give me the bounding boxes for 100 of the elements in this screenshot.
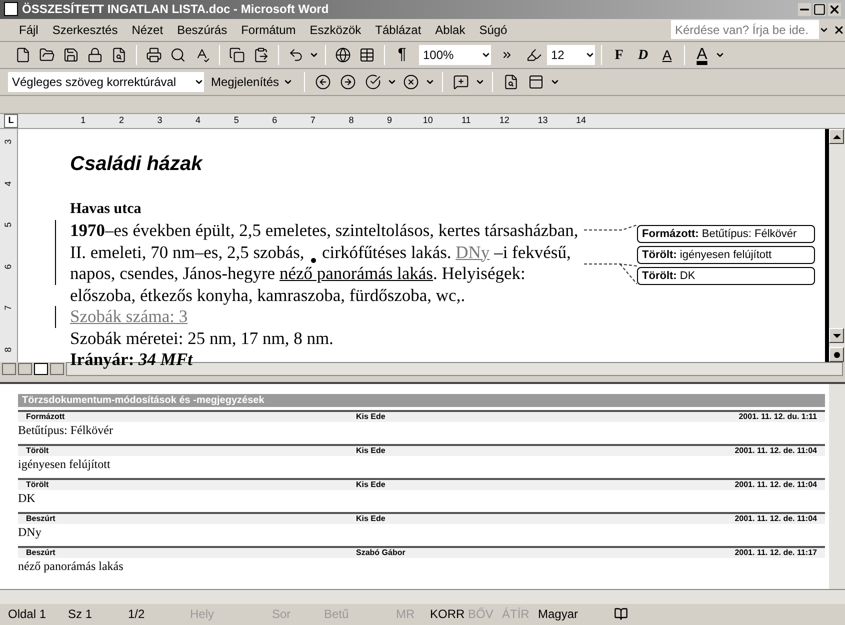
font-size-dropdown[interactable]: 12 bbox=[547, 45, 595, 66]
zoom-dropdown[interactable]: 100% bbox=[419, 45, 491, 66]
document-text: napos, csendes, János-hegyre bbox=[70, 263, 276, 284]
comment-balloon: Formázott: Betűtípus: Félkövér bbox=[637, 225, 815, 244]
status-text: 1/2 bbox=[127, 606, 146, 624]
document-text: néző panorámás lakás bbox=[279, 263, 433, 284]
close-icon[interactable] bbox=[828, 2, 841, 16]
change-text: néző panorámás lakás bbox=[18, 558, 124, 576]
document-text: előszoba, étkezős konyha, kamraszoba, fürdőszoba, wc,. bbox=[70, 284, 466, 305]
ruler-number: 3 bbox=[2, 139, 14, 144]
document-text: Szobák száma: 3 bbox=[70, 306, 188, 326]
view-mode-icon[interactable] bbox=[34, 363, 48, 376]
browse-object-button[interactable] bbox=[829, 347, 844, 362]
ruler-number: 6 bbox=[2, 264, 14, 269]
change-date: 2001. 11. 12. de. 11:17 bbox=[734, 547, 817, 560]
status-text: Magyar bbox=[537, 606, 580, 624]
view-dropdown[interactable]: Végleges szöveg korrektúrával bbox=[8, 72, 204, 92]
status-text: KORR bbox=[429, 606, 462, 624]
menu-item[interactable]: Formátum bbox=[234, 20, 303, 39]
ruler-number: 10 bbox=[422, 114, 434, 128]
menu-item[interactable]: Eszközök bbox=[302, 20, 368, 39]
change-author: Kis Ede bbox=[356, 513, 386, 526]
document-text: . Helyiségek: bbox=[433, 263, 526, 284]
change-author: Kis Ede bbox=[356, 479, 386, 492]
menu-item[interactable]: Fájl bbox=[12, 20, 46, 39]
leader-line bbox=[584, 224, 637, 286]
font-color-button[interactable]: A bbox=[691, 43, 713, 68]
status-text: Betű bbox=[323, 606, 350, 624]
spelling-status-icon bbox=[614, 607, 628, 622]
status-text: Oldal 1 bbox=[7, 606, 48, 624]
menu-item[interactable]: Beszúrás bbox=[170, 20, 234, 39]
ruler-number: 8 bbox=[2, 346, 14, 352]
format-button[interactable]: D bbox=[632, 44, 654, 66]
minimize-icon[interactable] bbox=[798, 2, 811, 16]
menu-item[interactable]: Ablak bbox=[428, 20, 472, 39]
document-text: cirkófűtéses lakás. bbox=[321, 242, 452, 262]
change-author: Kis Ede bbox=[356, 411, 386, 424]
document-heading: Családi házak bbox=[70, 152, 204, 178]
menu-item[interactable]: Táblázat bbox=[368, 20, 428, 39]
change-type: Beszúrt bbox=[26, 547, 56, 560]
document-text: II. emeleti, 70 nm–es, 2,5 szobás, bbox=[70, 242, 306, 262]
ruler-number: 9 bbox=[386, 114, 394, 128]
change-text: Betűtípus: Félkövér bbox=[18, 422, 113, 440]
change-text: igényesen felújított bbox=[18, 456, 110, 474]
ruler-number: 11 bbox=[460, 114, 472, 128]
status-text: MR bbox=[395, 606, 416, 624]
ruler-number: 7 bbox=[309, 114, 316, 128]
document-text: 1970 bbox=[70, 220, 105, 240]
ruler-number: 14 bbox=[575, 114, 588, 128]
comment-balloon: Törölt: igényesen felújított bbox=[637, 246, 815, 264]
ruler-number: 5 bbox=[232, 114, 240, 128]
ruler-number: 8 bbox=[348, 114, 355, 128]
change-text: DK bbox=[18, 490, 36, 508]
help-search-field[interactable]: Kérdése van? Írja be ide. bbox=[671, 20, 819, 40]
change-date: 2001. 11. 12. du. 1:11 bbox=[738, 411, 817, 424]
ruler-number: 7 bbox=[2, 305, 14, 310]
vertical-scrollbar[interactable] bbox=[829, 129, 845, 362]
status-text: BŐV bbox=[467, 606, 494, 624]
format-button[interactable]: F bbox=[608, 44, 630, 66]
change-author: Kis Ede bbox=[356, 445, 386, 458]
menu-item[interactable]: Nézet bbox=[124, 20, 170, 39]
change-date: 2001. 11. 12. de. 11:04 bbox=[734, 479, 817, 492]
ruler-number: 4 bbox=[2, 180, 14, 186]
document-text: –es években épült, 2,5 emeletes, szinteltolásos, kertes társasházban, bbox=[105, 220, 578, 240]
window-title: ÖSSZESÍTETT INGATLAN LISTA.doc - Microsoft Word bbox=[22, 1, 329, 18]
vertical-scrollbar[interactable] bbox=[829, 384, 845, 589]
ruler-number: 6 bbox=[271, 114, 278, 128]
ruler-number: 4 bbox=[194, 114, 202, 128]
status-text: Hely bbox=[189, 606, 216, 624]
maximize-icon[interactable] bbox=[813, 2, 826, 16]
change-type: Törölt bbox=[26, 479, 50, 492]
document-text: 34 MFt bbox=[138, 349, 193, 370]
change-text: DNy bbox=[18, 524, 42, 542]
close-icon[interactable] bbox=[833, 24, 845, 36]
show-button[interactable]: Megjelenítés bbox=[207, 73, 298, 92]
ruler-number: 3 bbox=[156, 114, 164, 128]
ruler-number: 5 bbox=[2, 222, 14, 228]
tab-selector[interactable]: L bbox=[4, 114, 18, 128]
change-date: 2001. 11. 12. de. 11:04 bbox=[734, 445, 817, 458]
scroll-up-button[interactable] bbox=[829, 129, 844, 144]
document-text: DNy bbox=[456, 242, 490, 262]
pilcrow-button[interactable]: ¶ bbox=[391, 43, 413, 68]
change-type: Beszúrt bbox=[26, 513, 56, 526]
scroll-down-button[interactable] bbox=[829, 328, 844, 344]
change-type: Törölt bbox=[26, 445, 50, 458]
document-text: Szobák méretei: 25 nm, 17 nm, 8 nm. bbox=[70, 328, 334, 348]
ruler-number: 13 bbox=[536, 114, 549, 128]
ruler-number: 1 bbox=[80, 114, 87, 128]
ruler-number: 2 bbox=[118, 114, 125, 128]
menu-item[interactable]: Súgó bbox=[472, 20, 514, 39]
deletion-mark-icon bbox=[310, 258, 316, 264]
menu-item[interactable]: Szerkesztés bbox=[45, 20, 125, 39]
change-type: Formázott bbox=[26, 411, 66, 424]
horizontal-scrollbar[interactable] bbox=[0, 588, 845, 604]
format-button[interactable]: A bbox=[656, 44, 678, 66]
document-text: Irányár: bbox=[70, 349, 136, 370]
comment-balloon: Törölt: DK bbox=[637, 267, 815, 286]
reviewing-pane-title: Törzsdokumentum-módosítások és -megjegyzések bbox=[18, 394, 825, 408]
change-date: 2001. 11. 12. de. 11:04 bbox=[734, 513, 817, 526]
document-text: –i fekvésű, bbox=[493, 242, 571, 262]
